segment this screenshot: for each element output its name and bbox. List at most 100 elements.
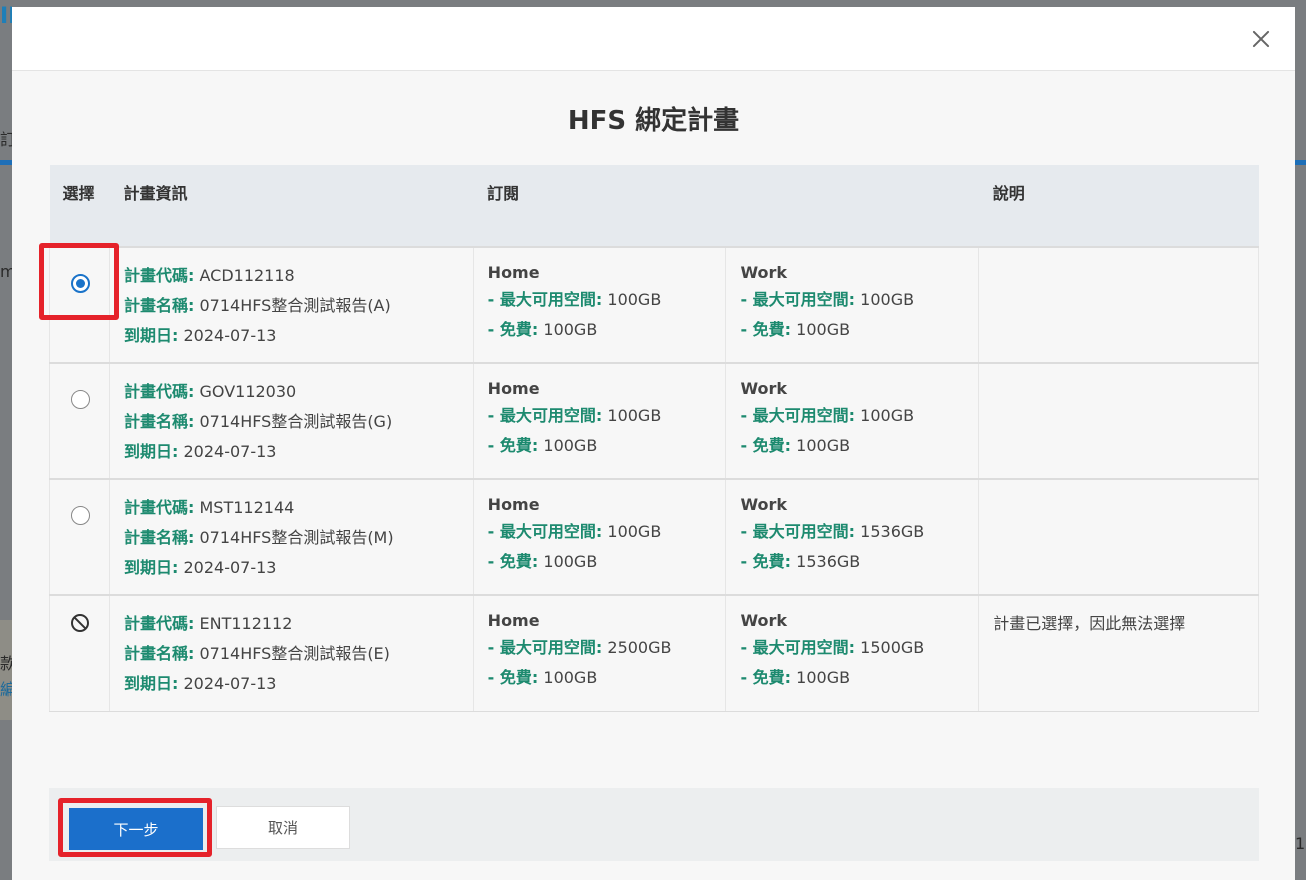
max-space-value: 100GB [607,406,662,425]
background-text: 12 [1295,834,1306,853]
max-space-value: 100GB [860,290,915,309]
plan-name-value: 0714HFS整合測試報告(M) [199,528,394,547]
home-free: - 免費: 100GB [488,547,712,577]
plan-code-label: 計畫代碼: [123,614,195,633]
work-max-space: - 最大可用空間: 1500GB [740,633,964,663]
plan-code-value: ENT112112 [199,614,293,633]
work-free: - 免費: 100GB [740,663,964,693]
plan-name-label: 計畫名稱: [123,296,195,315]
home-subscription-cell: Home - 最大可用空間: 2500GB - 免費: 100GB [472,594,726,712]
plan-expiry: 到期日: 2024-07-13 [124,553,459,583]
free-label: - 免費: [740,436,792,455]
free-value: 1536GB [796,552,861,571]
plan-name-value: 0714HFS整合測試報告(G) [199,412,393,431]
plan-expiry-value: 2024-07-13 [183,442,277,461]
header-subscription: 訂閱 [473,165,979,247]
free-value: 100GB [543,552,598,571]
free-value: 100GB [796,668,851,687]
background-text: m [0,262,12,281]
plan-info-cell: 計畫代碼: GOV112030 計畫名稱: 0714HFS整合測試報告(G) 到期日… [108,362,474,479]
home-subscription-cell: Home - 最大可用空間: 100GB - 免費: 100GB [472,362,726,479]
background-text: 編號 [0,680,12,699]
plan-radio[interactable] [71,390,90,409]
plan-info-cell: 計畫代碼: ACD112118 計畫名稱: 0714HFS整合測試報告(A) 到期日… [108,246,474,363]
plan-name: 計畫名稱: 0714HFS整合測試報告(A) [124,291,459,321]
max-space-label: - 最大可用空間: [740,406,856,425]
free-label: - 免費: [487,320,539,339]
highlight-selected-radio [39,243,119,320]
home-subscription-cell: Home - 最大可用空間: 100GB - 免費: 100GB [472,478,726,595]
select-cell [49,594,110,712]
free-value: 100GB [543,436,598,455]
max-space-value: 2500GB [607,638,672,657]
description-cell [978,246,1259,363]
plan-expiry: 到期日: 2024-07-13 [124,437,459,467]
max-space-label: - 最大可用空間: [487,290,603,309]
select-cell [49,478,110,595]
header-select: 選擇 [49,165,110,247]
home-title: Home [487,379,540,398]
home-free: - 免費: 100GB [488,431,712,461]
description-cell: 計畫已選擇，因此無法選擇 [978,594,1259,712]
free-label: - 免費: [740,320,792,339]
table-row: 計畫代碼: GOV112030 計畫名稱: 0714HFS整合測試報告(G) 到期日… [49,362,1259,479]
plan-code: 計畫代碼: ACD112118 [124,261,459,291]
max-space-value: 100GB [860,406,915,425]
cancel-button[interactable]: 取消 [216,806,350,849]
background-accent-bar [1295,160,1306,165]
background-accent-bar-left [0,160,12,165]
disabled-icon [71,614,89,632]
max-space-label: - 最大可用空間: [487,406,603,425]
select-cell [49,362,110,479]
work-free: - 免費: 100GB [740,315,964,345]
free-label: - 免費: [740,668,792,687]
home-free: - 免費: 100GB [488,663,712,693]
max-space-value: 1536GB [860,522,925,541]
free-value: 100GB [796,320,851,339]
plan-name-value: 0714HFS整合測試報告(E) [199,644,390,663]
work-title: Work [740,379,788,398]
plan-code-label: 計畫代碼: [123,266,195,285]
plan-code-label: 計畫代碼: [123,498,195,517]
plan-expiry: 到期日: 2024-07-13 [124,669,459,699]
work-free: - 免費: 100GB [740,431,964,461]
header-plan-info: 計畫資訊 [109,165,474,247]
free-value: 100GB [796,436,851,455]
home-free: - 免費: 100GB [488,315,712,345]
bind-plan-dialog: HFS 綁定計畫 選擇 計畫資訊 訂閱 說明 計畫代碼: ACD112118 計畫… [12,7,1295,880]
close-icon[interactable] [1247,25,1275,53]
home-title: Home [487,263,540,282]
home-title: Home [487,611,540,630]
home-max-space: - 最大可用空間: 100GB [488,285,712,315]
plan-code: 計畫代碼: GOV112030 [124,377,459,407]
work-title: Work [740,263,788,282]
work-max-space: - 最大可用空間: 100GB [740,401,964,431]
free-label: - 免費: [487,436,539,455]
background-logo: IE [0,4,12,29]
work-free: - 免費: 1536GB [740,547,964,577]
plan-code: 計畫代碼: MST112144 [124,493,459,523]
max-space-value: 1500GB [860,638,925,657]
plan-name: 計畫名稱: 0714HFS整合測試報告(M) [124,523,459,553]
table-header-row: 選擇 計畫資訊 訂閱 說明 [49,165,1259,247]
plan-name-label: 計畫名稱: [123,644,195,663]
home-max-space: - 最大可用空間: 2500GB [488,633,712,663]
max-space-label: - 最大可用空間: [487,638,603,657]
plan-expiry-label: 到期日: [123,674,179,693]
max-space-value: 100GB [607,290,662,309]
max-space-label: - 最大可用空間: [740,290,856,309]
free-value: 100GB [543,668,598,687]
max-space-label: - 最大可用空間: [740,638,856,657]
work-max-space: - 最大可用空間: 100GB [740,285,964,315]
plan-code-value: MST112144 [199,498,295,517]
plan-expiry: 到期日: 2024-07-13 [124,321,459,351]
plan-code-value: GOV112030 [199,382,297,401]
plan-name-label: 計畫名稱: [123,412,195,431]
plan-expiry-value: 2024-07-13 [183,674,277,693]
dialog-title: HFS 綁定計畫 [567,106,740,136]
plan-name: 計畫名稱: 0714HFS整合測試報告(G) [124,407,459,437]
work-subscription-cell: Work - 最大可用空間: 1536GB - 免費: 1536GB [725,478,979,595]
free-value: 100GB [543,320,598,339]
background-text: 款 [0,654,12,673]
plan-radio[interactable] [71,506,90,525]
